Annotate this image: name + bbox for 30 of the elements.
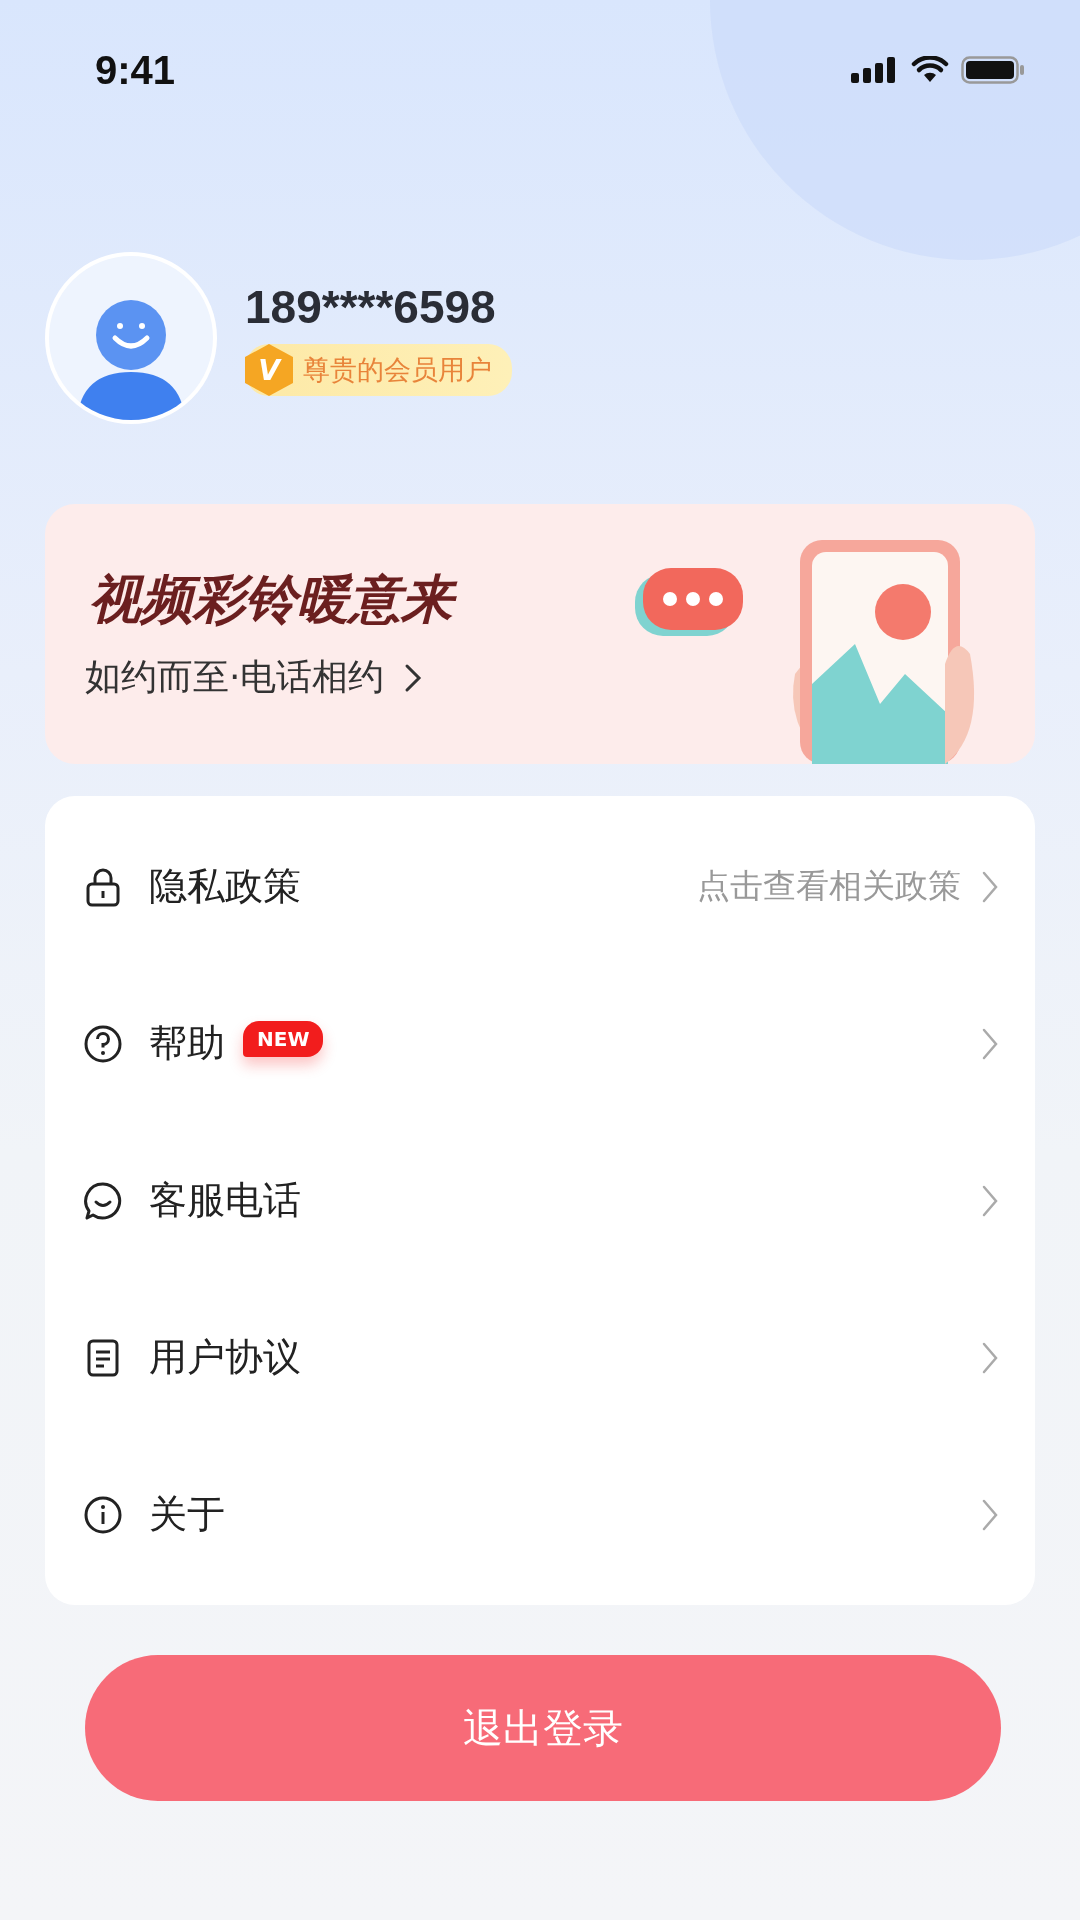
status-time: 9:41: [95, 47, 176, 93]
promo-banner[interactable]: 视频彩铃暖意来 如约而至·电话相约: [45, 504, 1035, 764]
menu-label: 隐私政策: [149, 863, 301, 910]
menu-hint: 点击查看相关政策: [697, 865, 961, 907]
chevron-right-icon: [981, 1340, 999, 1375]
chevron-right-icon: [981, 1497, 999, 1532]
member-level-icon: V: [245, 344, 293, 396]
chevron-right-icon: [404, 662, 423, 693]
menu-item[interactable]: 关于: [45, 1436, 1035, 1593]
menu-item[interactable]: 帮助 NEW: [45, 965, 1035, 1122]
chevron-right-icon: [981, 1183, 999, 1218]
chevron-right-icon: [981, 869, 999, 904]
menu-label: 关于: [149, 1491, 225, 1538]
menu-label: 用户协议: [149, 1334, 301, 1381]
banner-title: 视频彩铃暖意来: [85, 565, 467, 634]
phone-number: 189****6598: [245, 280, 497, 334]
help-icon: [83, 1023, 123, 1064]
wifi-icon: [911, 56, 949, 84]
menu-item[interactable]: 用户协议: [45, 1279, 1035, 1436]
chat-icon: [83, 1180, 123, 1221]
info-icon: [83, 1494, 123, 1535]
banner-subtitle: 如约而至·电话相约: [85, 655, 385, 700]
menu-item[interactable]: 隐私政策 点击查看相关政策: [45, 808, 1035, 965]
member-label: 尊贵的会员用户: [303, 353, 492, 387]
menu-label: 客服电话: [149, 1177, 301, 1224]
menu-item[interactable]: 客服电话: [45, 1122, 1035, 1279]
menu-label: 帮助: [149, 1020, 225, 1067]
chevron-right-icon: [981, 1026, 999, 1061]
new-badge: NEW: [243, 1020, 324, 1057]
battery-icon: [961, 56, 1025, 84]
